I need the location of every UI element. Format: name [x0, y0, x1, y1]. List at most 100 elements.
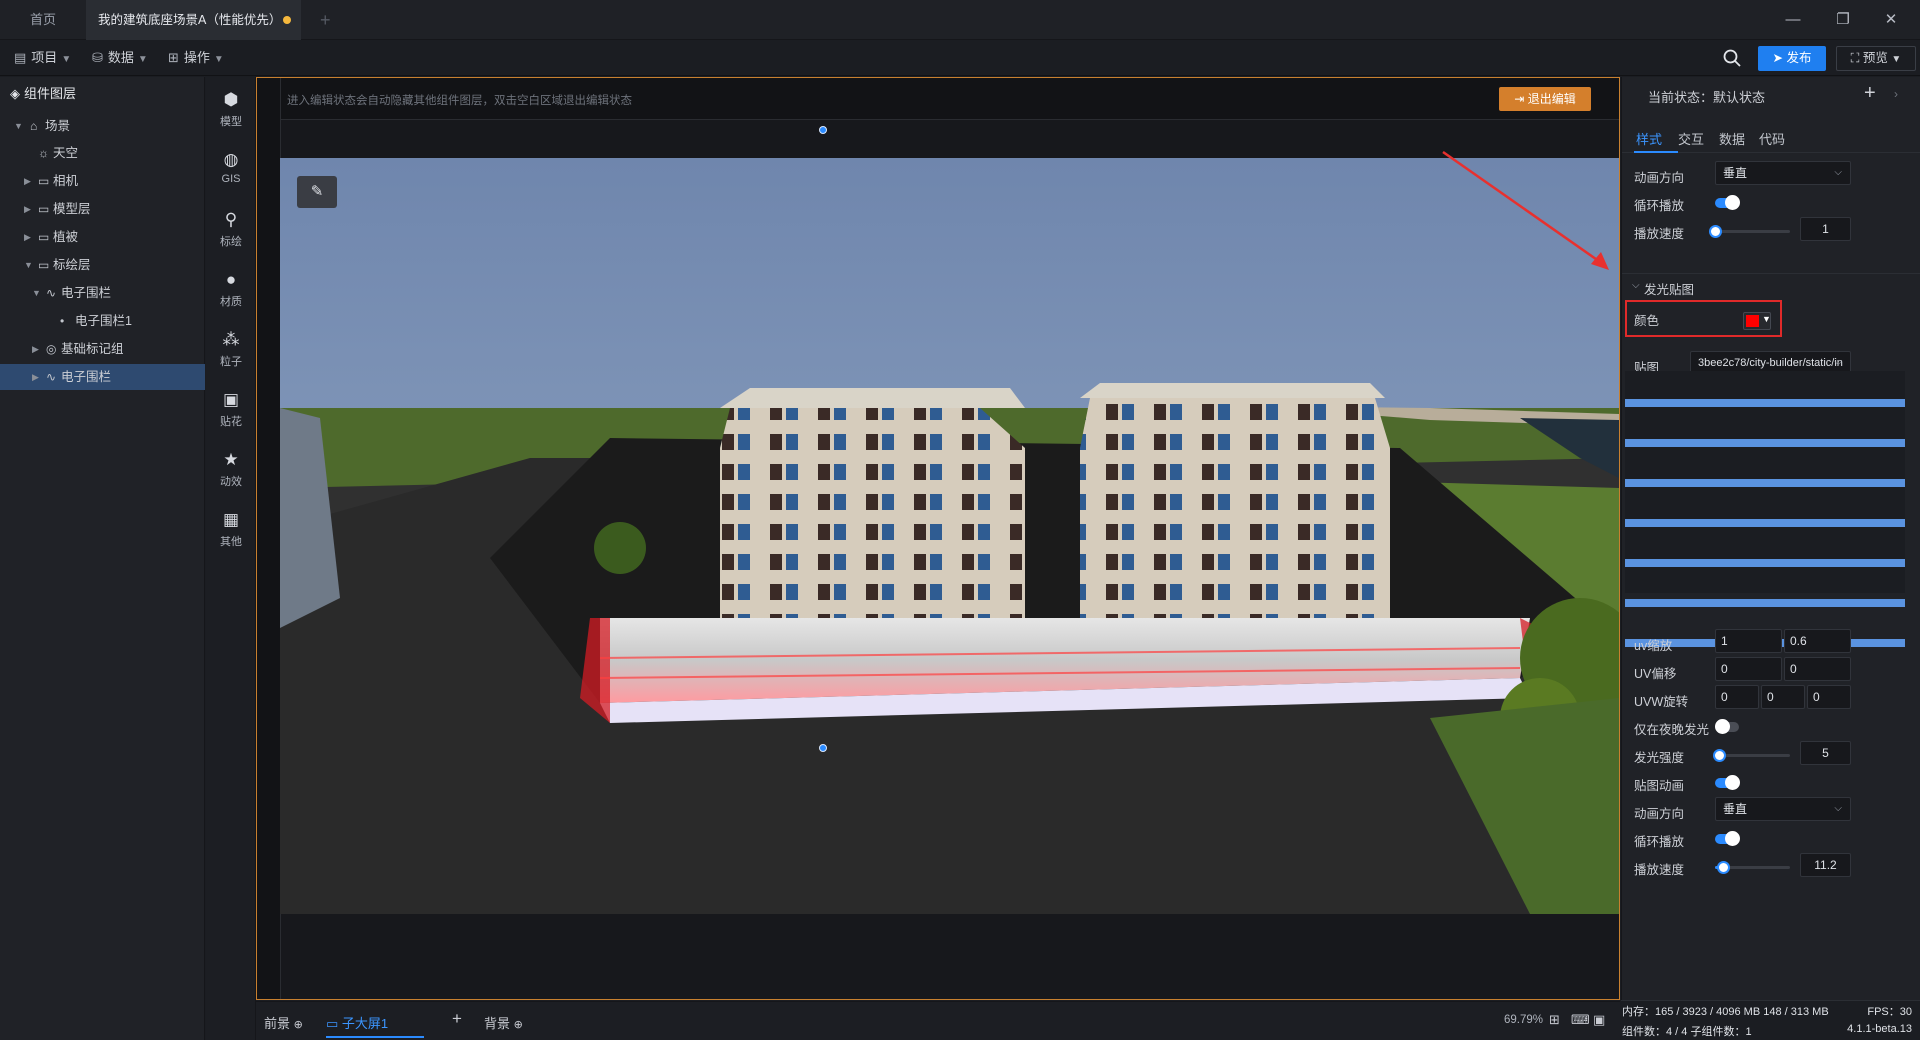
tree-item-fence-1[interactable]: • 电子围栏1	[0, 308, 205, 334]
tree-item-fence[interactable]: ▼ ∿ 电子围栏	[0, 280, 205, 306]
component-other[interactable]: ▦ 其他	[206, 509, 256, 549]
uv-scale-label: uv缩放	[1634, 639, 1673, 653]
memory-status: 内存：165 / 3923 / 4096 MB 148 / 313 MB	[1622, 1006, 1829, 1018]
project-menu[interactable]: ▤ 项目 ▼	[14, 48, 71, 68]
tab-style[interactable]: 样式	[1636, 129, 1662, 148]
title-tab-bar: 首页 我的建筑底座场景A（性能优先） + — ❐ ✕	[0, 0, 1920, 40]
minimize-icon[interactable]: —	[1770, 0, 1816, 40]
tab-home[interactable]: 首页	[0, 0, 86, 40]
back-layer-tab[interactable]: 背景 ⊕	[484, 1013, 523, 1032]
glow-texture-section[interactable]: ⌵ 发光贴图	[1622, 273, 1920, 299]
close-icon[interactable]: ✕	[1868, 0, 1914, 40]
preview-button[interactable]: ⛶ 预览 ▼	[1836, 46, 1916, 71]
add-circle-icon[interactable]: ⊕	[514, 1019, 523, 1031]
layer-panel-header: ◈ 组件图层	[0, 77, 205, 111]
front-layer-tab[interactable]: 前景 ⊕	[264, 1013, 303, 1032]
night-glow-row: 仅在夜晚发光	[1622, 713, 1920, 741]
anim-direction-row: 动画方向 垂直 ⌵	[1622, 161, 1920, 189]
night-glow-toggle[interactable]	[1715, 719, 1739, 734]
tab-scene-label: 我的建筑底座场景A（性能优先）	[98, 13, 282, 27]
data-menu[interactable]: ⛁ 数据 ▼	[92, 48, 148, 68]
tree-item-label: 电子围栏	[61, 370, 112, 384]
exit-edit-button[interactable]: ⇥ 退出编辑	[1499, 87, 1591, 111]
add-circle-icon[interactable]: ⊕	[294, 1019, 303, 1031]
loop-label: 循环播放	[1634, 199, 1685, 213]
tab-data[interactable]: 数据	[1719, 129, 1745, 148]
uvw-rotation-w-input[interactable]: 0	[1807, 685, 1851, 709]
status-bar: 内存：165 / 3923 / 4096 MB 148 / 313 MB FPS…	[1621, 1000, 1920, 1040]
canvas-bottom-bar: 前景 ⊕ ▭ 子大屏1 + 背景 ⊕ 69.79% ⊞ ⌨ ▣	[256, 1001, 1620, 1040]
component-model[interactable]: ⬢ 模型	[206, 89, 256, 129]
tree-item-scene[interactable]: ▼ ⌂ 场景	[0, 113, 205, 139]
color-picker[interactable]: ▼	[1743, 312, 1771, 330]
texture-anim-toggle[interactable]	[1715, 775, 1740, 790]
component-plot[interactable]: ⚲ 标绘	[206, 209, 256, 249]
caret-right-icon: ▶	[24, 176, 31, 186]
uv-scale-u-input[interactable]: 1	[1715, 629, 1782, 653]
uv-offset-label: UV偏移	[1634, 667, 1677, 681]
tab-scene[interactable]: 我的建筑底座场景A（性能优先）	[86, 0, 301, 40]
tab-code[interactable]: 代码	[1759, 129, 1785, 148]
component-effect[interactable]: ★ 动效	[206, 449, 256, 489]
add-tab-icon[interactable]: +	[308, 0, 338, 40]
uvw-rotation-v-input[interactable]: 0	[1761, 685, 1805, 709]
screen-tab[interactable]: ▭ 子大屏1	[326, 1013, 424, 1038]
tree-item-model-layer[interactable]: ▶ ▭ 模型层	[0, 196, 205, 222]
speed-input[interactable]: 1	[1800, 217, 1851, 241]
anim-direction-2-label: 动画方向	[1634, 807, 1685, 821]
anim-direction-2-select[interactable]: 垂直 ⌵	[1715, 797, 1851, 821]
component-label: 材质	[220, 296, 242, 308]
document-icon: ▤	[14, 50, 27, 65]
speed-2-input[interactable]: 11.2	[1800, 853, 1851, 877]
component-particle[interactable]: ⁂ 粒子	[206, 329, 256, 369]
uv-scale-v-input[interactable]: 0.6	[1784, 629, 1851, 653]
brush-tool-button[interactable]: ✎	[297, 176, 337, 208]
uv-offset-v-input[interactable]: 0	[1784, 657, 1851, 681]
tab-interaction[interactable]: 交互	[1678, 129, 1704, 148]
grid-icon: ▦	[222, 510, 240, 529]
speed-2-slider[interactable]	[1715, 861, 1790, 874]
fit-screen-icon[interactable]: ⊞	[1549, 1012, 1560, 1028]
exit-edit-label: 退出编辑	[1527, 92, 1576, 106]
glow-strength-slider[interactable]	[1712, 749, 1790, 762]
uv-offset-u-input[interactable]: 0	[1715, 657, 1782, 681]
tree-item-plot-layer[interactable]: ▼ ▭ 标绘层	[0, 252, 205, 278]
component-decal[interactable]: ▣ 贴花	[206, 389, 256, 429]
add-screen-icon[interactable]: +	[452, 1009, 462, 1029]
uvw-rotation-u-input[interactable]: 0	[1715, 685, 1759, 709]
tree-item-label: 电子围栏1	[75, 314, 132, 328]
tree-item-sky[interactable]: ☼ 天空	[0, 140, 205, 166]
publish-button[interactable]: ➤ 发布	[1758, 46, 1826, 71]
search-icon[interactable]	[1722, 48, 1744, 70]
operate-menu[interactable]: ⊞ 操作 ▼	[168, 48, 224, 68]
caret-right-icon: ▶	[32, 344, 39, 354]
loop-toggle[interactable]	[1715, 195, 1740, 210]
tree-item-camera[interactable]: ▶ ▭ 相机	[0, 168, 205, 194]
selection-handle-bottom[interactable]	[819, 744, 827, 752]
anim-direction-select[interactable]: 垂直 ⌵	[1715, 161, 1851, 185]
component-label: 标绘	[220, 236, 242, 248]
component-material[interactable]: ● 材质	[206, 269, 256, 309]
loop-2-toggle[interactable]	[1715, 831, 1740, 846]
texture-anim-row: 贴图动画	[1622, 769, 1920, 797]
caret-down-icon: ▼	[1762, 314, 1771, 324]
restore-icon[interactable]: ❐	[1820, 0, 1866, 40]
terminal-icon[interactable]: ▣	[1593, 1012, 1605, 1028]
add-state-icon[interactable]: +	[1864, 82, 1876, 105]
speed-slider[interactable]	[1709, 225, 1790, 238]
keyboard-icon[interactable]: ⌨	[1571, 1012, 1590, 1028]
anim-direction-label: 动画方向	[1634, 171, 1685, 185]
3d-scene-viewport[interactable]	[280, 158, 1619, 914]
preview-label: 预览	[1862, 51, 1888, 65]
editor-canvas[interactable]: 进入编辑状态会自动隐藏其他组件图层，双击空白区域退出编辑状态 ⇥ 退出编辑 ✎	[256, 77, 1620, 1000]
glow-strength-input[interactable]: 5	[1800, 741, 1851, 765]
tree-item-fence-selected[interactable]: ▶ ∿ 电子围栏	[0, 364, 205, 390]
selection-handle-top[interactable]	[819, 126, 827, 134]
tree-item-marker-group[interactable]: ▶ ◎ 基础标记组	[0, 336, 205, 362]
speed-2-label: 播放速度	[1634, 863, 1685, 877]
chevron-right-icon[interactable]: ›	[1894, 87, 1898, 101]
zoom-level[interactable]: 69.79%	[1504, 1014, 1543, 1026]
tree-item-vegetation[interactable]: ▶ ▭ 植被	[0, 224, 205, 250]
component-gis[interactable]: ◍ GIS	[206, 149, 256, 185]
grid-icon: ⊞	[168, 50, 179, 65]
